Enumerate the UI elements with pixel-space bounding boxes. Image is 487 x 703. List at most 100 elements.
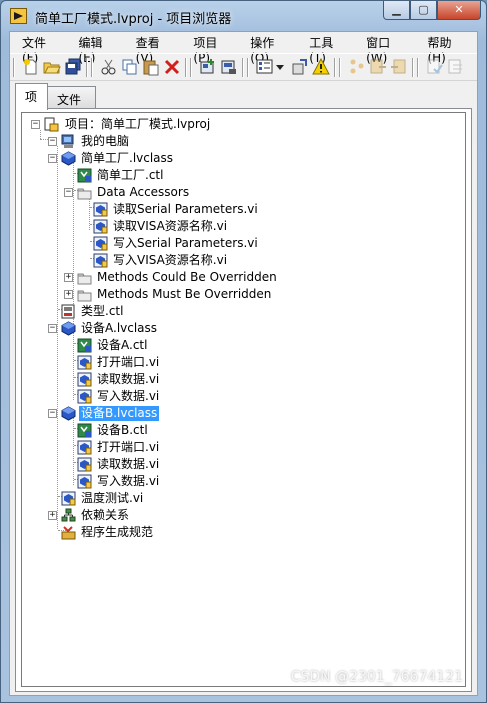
resolve-conflicts-icon[interactable]: [291, 58, 309, 76]
title-bar[interactable]: 简单工厂模式.lvproj - 项目浏览器 ▁ ▢ ✕: [1, 1, 486, 31]
tree-label: 读取数据.vi: [97, 372, 160, 386]
tree-label: 写入Serial Parameters.vi: [113, 236, 258, 250]
tree-label: 类型.ctl: [81, 304, 124, 318]
expand-icon[interactable]: +: [48, 511, 57, 520]
vi-icon: [93, 202, 108, 217]
build-icon[interactable]: [220, 58, 238, 76]
vi-icon: [93, 253, 108, 268]
vi-icon: [77, 372, 92, 387]
menu-window[interactable]: 窗口(W): [357, 32, 418, 65]
copy-icon[interactable]: [121, 58, 139, 76]
checkout-icon[interactable]: [369, 58, 387, 76]
build-specs-icon: [61, 526, 76, 540]
toolbar-grip[interactable]: [13, 58, 15, 77]
tree-label: 我的电脑: [81, 134, 130, 148]
collapse-icon[interactable]: −: [31, 120, 40, 129]
tree-label: Methods Must Be Overridden: [97, 287, 272, 301]
client-area: 文件(F) 编辑(E) 查看(V) 项目(P) 操作(O) 工具(T) 窗口(W…: [9, 31, 478, 696]
toolbar: [10, 53, 477, 81]
watermark: CSDN @2301_76674121: [290, 669, 463, 685]
vi-icon: [77, 440, 92, 455]
source-control-icon[interactable]: [348, 58, 366, 76]
tree-label: 打开端口.vi: [97, 355, 160, 369]
collapse-icon[interactable]: −: [48, 137, 57, 146]
tree-label: 设备A.lvclass: [81, 321, 158, 335]
tree-label: Methods Could Be Overridden: [97, 270, 277, 284]
tree-label: 程序生成规范: [81, 525, 154, 539]
tree-label: 写入数据.vi: [97, 474, 160, 488]
compare-icon[interactable]: [447, 58, 465, 76]
vi-icon: [93, 236, 108, 251]
vi-icon: [77, 474, 92, 489]
tree-label: 读取Serial Parameters.vi: [113, 202, 258, 216]
vi-icon: [61, 491, 76, 506]
view-options-icon[interactable]: [256, 58, 274, 76]
tree-label: 设备A.ctl: [97, 338, 148, 352]
tree-label: 写入VISA资源名称.vi: [113, 253, 228, 267]
project-explorer-window: 简单工厂模式.lvproj - 项目浏览器 ▁ ▢ ✕ 文件(F) 编辑(E) …: [0, 0, 487, 703]
vi-icon: [93, 219, 108, 234]
folder-icon: [77, 273, 92, 285]
tree-label: 简单工厂.lvclass: [81, 151, 174, 165]
class-ctl-icon: [77, 423, 92, 438]
dependencies-icon: [61, 508, 76, 522]
menu-bar: 文件(F) 编辑(E) 查看(V) 项目(P) 操作(O) 工具(T) 窗口(W…: [10, 32, 477, 65]
tree-label: 读取数据.vi: [97, 457, 160, 471]
tree-label: 简单工厂.ctl: [97, 168, 164, 182]
add-files-icon[interactable]: [199, 58, 217, 76]
new-icon[interactable]: [22, 58, 40, 76]
tab-panel: − 项目：简单工厂模式.lvproj − 我的电脑 − 简单工厂.lvclass 简…: [15, 108, 472, 692]
collapse-icon[interactable]: −: [48, 409, 57, 418]
view-dropdown-icon[interactable]: [275, 58, 285, 76]
tree-label: 项目：简单工厂模式.lvproj: [65, 117, 211, 131]
typedef-ctl-icon: [61, 304, 75, 319]
save-all-icon[interactable]: [64, 58, 82, 76]
folder-icon: [77, 188, 92, 200]
menu-tools[interactable]: 工具(T): [300, 32, 357, 65]
expand-icon[interactable]: +: [64, 290, 73, 299]
tab-items[interactable]: 项: [15, 83, 48, 110]
menu-project[interactable]: 项目(P): [184, 32, 241, 65]
open-icon[interactable]: [43, 58, 61, 76]
menu-view[interactable]: 查看(V): [127, 32, 185, 65]
class-ctl-icon: [77, 168, 92, 183]
warning-icon[interactable]: [312, 58, 330, 76]
menu-edit[interactable]: 编辑(E): [69, 32, 126, 65]
maximize-icon[interactable]: ▢: [410, 1, 437, 20]
folder-icon: [77, 290, 92, 302]
collapse-icon[interactable]: −: [48, 154, 57, 163]
expand-icon[interactable]: +: [64, 273, 73, 282]
labview-app-icon: [10, 8, 27, 24]
tree-label: 依赖关系: [81, 508, 130, 522]
tab-strip: 项 文件: [10, 83, 477, 110]
tree-label: 写入数据.vi: [97, 389, 160, 403]
history-icon[interactable]: [426, 58, 444, 76]
minimize-icon[interactable]: ▁: [383, 1, 410, 20]
lvclass-icon: [61, 406, 76, 421]
collapse-icon[interactable]: −: [64, 188, 73, 197]
vi-icon: [77, 389, 92, 404]
close-icon[interactable]: ✕: [437, 1, 481, 20]
tree-label: Data Accessors: [97, 185, 190, 199]
tree-label: 设备B.lvclass: [79, 406, 160, 421]
vi-icon: [77, 457, 92, 472]
tree-label: 设备B.ctl: [97, 423, 148, 437]
class-ctl-icon: [77, 338, 92, 353]
menu-operate[interactable]: 操作(O): [241, 32, 300, 65]
tree-label: 温度测试.vi: [81, 491, 144, 505]
cut-icon[interactable]: [100, 58, 118, 76]
checkin-icon[interactable]: [390, 58, 408, 76]
window-title: 简单工厂模式.lvproj - 项目浏览器: [35, 12, 232, 27]
menu-help[interactable]: 帮助(H): [418, 32, 477, 65]
computer-icon: [61, 134, 74, 148]
vi-icon: [77, 355, 92, 370]
collapse-icon[interactable]: −: [48, 324, 57, 333]
project-icon: [44, 117, 59, 132]
tab-files[interactable]: 文件: [47, 86, 96, 109]
tree-label: 读取VISA资源名称.vi: [113, 219, 228, 233]
delete-icon[interactable]: [163, 58, 181, 76]
paste-icon[interactable]: [142, 58, 160, 76]
window-controls: ▁ ▢ ✕: [383, 1, 481, 21]
menu-file[interactable]: 文件(F): [13, 32, 69, 65]
project-tree[interactable]: − 项目：简单工厂模式.lvproj − 我的电脑 − 简单工厂.lvclass 简…: [21, 112, 466, 687]
